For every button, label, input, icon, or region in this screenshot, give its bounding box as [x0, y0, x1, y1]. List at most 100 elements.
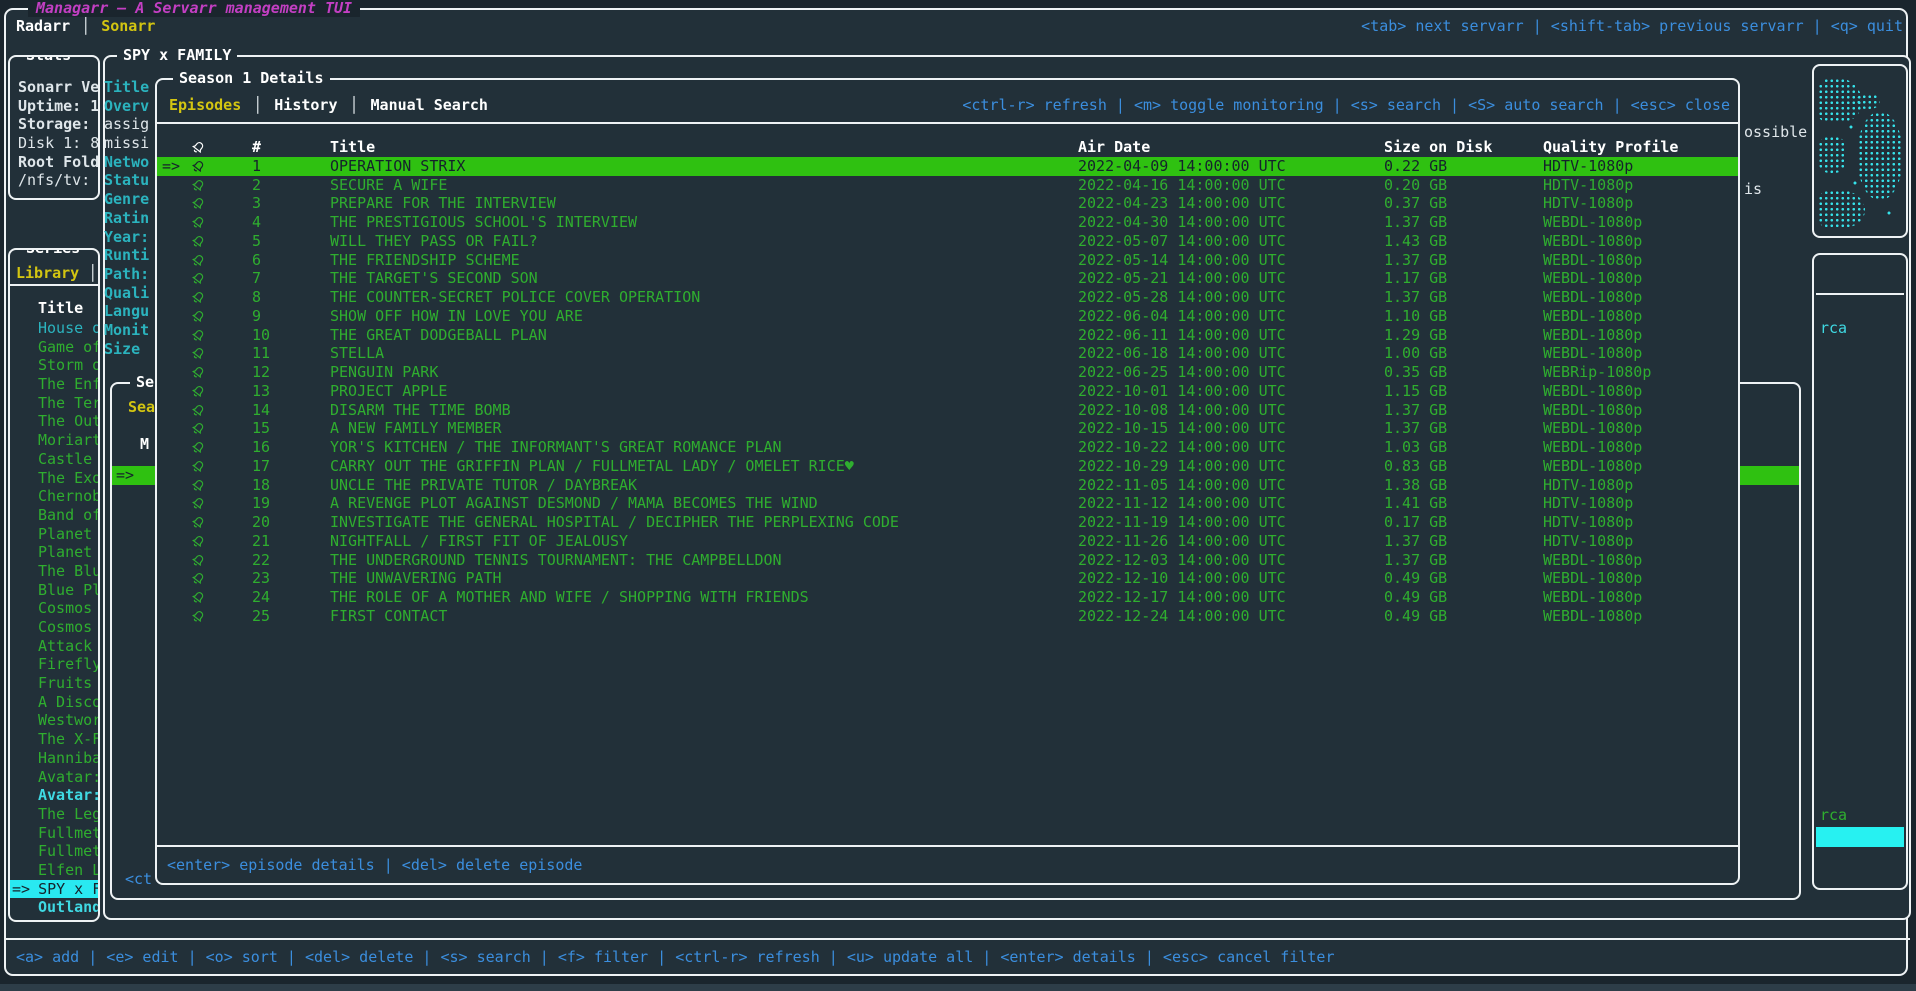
episode-row[interactable]: 12PENGUIN PARK2022-06-25 14:00:00 UTC0.3… — [157, 363, 1738, 382]
episode-row[interactable]: 23THE UNWAVERING PATH2022-12-10 14:00:00… — [157, 569, 1738, 588]
series-list-item[interactable]: The Ter — [10, 394, 98, 413]
tab-radarr[interactable]: Radarr — [16, 17, 70, 36]
series-list-item[interactable]: Avatar: — [10, 768, 98, 787]
selection-marker — [157, 532, 189, 551]
series-list-item[interactable]: Fullmet — [10, 824, 98, 843]
episode-row[interactable]: 15A NEW FAMILY MEMBER2022-10-15 14:00:00… — [157, 419, 1738, 438]
series-list-item[interactable]: The Blu — [10, 562, 98, 581]
episode-number: 3 — [252, 194, 330, 213]
episode-row[interactable]: 21NIGHTFALL / FIRST FIT OF JEALOUSY2022-… — [157, 532, 1738, 551]
tab-library[interactable]: Library — [16, 264, 79, 282]
episode-row[interactable]: 10THE GREAT DODGEBALL PLAN2022-06-11 14:… — [157, 326, 1738, 345]
series-list-item[interactable]: Avatar: — [10, 786, 98, 805]
episode-size-on-disk: 0.49 GB — [1384, 607, 1543, 626]
episode-quality-profile: WEBDL-1080p — [1543, 269, 1738, 288]
episode-quality-profile: WEBDL-1080p — [1543, 457, 1738, 476]
episode-title: THE COUNTER-SECRET POLICE COVER OPERATIO… — [330, 288, 1078, 307]
episode-row[interactable]: 9SHOW OFF HOW IN LOVE YOU ARE2022-06-04 … — [157, 307, 1738, 326]
episode-row[interactable]: 22THE UNDERGROUND TENNIS TOURNAMENT: THE… — [157, 551, 1738, 570]
episode-title: PROJECT APPLE — [330, 382, 1078, 401]
episode-number: 23 — [252, 569, 330, 588]
series-list-item[interactable]: Fullmet — [10, 842, 98, 861]
episodes-table-header: # Title Air Date Size on Disk Quality Pr… — [157, 138, 1738, 157]
series-list-item[interactable]: Chernob — [10, 487, 98, 506]
series-list-item[interactable]: Castle — [10, 450, 98, 469]
episodes-table-body: =>1OPERATION STRIX2022-04-09 14:00:00 UT… — [157, 157, 1738, 626]
series-list-item[interactable]: Storm o — [10, 356, 98, 375]
selection-marker — [157, 607, 189, 626]
series-detail-label: Netwo — [104, 153, 156, 172]
episode-row[interactable]: 20INVESTIGATE THE GENERAL HOSPITAL / DEC… — [157, 513, 1738, 532]
episode-size-on-disk: 1.29 GB — [1384, 326, 1543, 345]
series-list-item[interactable]: Blue Pl — [10, 581, 98, 600]
series-list-item[interactable]: Attack — [10, 637, 98, 656]
episode-row[interactable]: 19A REVENGE PLOT AGAINST DESMOND / MAMA … — [157, 494, 1738, 513]
selection-marker — [157, 176, 189, 195]
series-detail-label: Langu — [104, 302, 156, 321]
series-detail-label: Quali — [104, 284, 156, 303]
series-list-item[interactable]: A Disco — [10, 693, 98, 712]
selection-marker — [157, 569, 189, 588]
episode-number: 13 — [252, 382, 330, 401]
tab-manual-search[interactable]: Manual Search — [371, 96, 488, 115]
series-list-item[interactable]: The X-F — [10, 730, 98, 749]
series-detail-label: Genre — [104, 190, 156, 209]
episode-number: 7 — [252, 269, 330, 288]
episode-row[interactable]: 6THE FRIENDSHIP SCHEME2022-05-14 14:00:0… — [157, 251, 1738, 270]
series-list-item[interactable]: Firefly — [10, 655, 98, 674]
tab-history[interactable]: History — [274, 96, 337, 115]
episode-number: 6 — [252, 251, 330, 270]
series-list-item[interactable]: Fruits — [10, 674, 98, 693]
series-list-item[interactable]: Planet — [10, 543, 98, 562]
episode-size-on-disk: 1.10 GB — [1384, 307, 1543, 326]
series-list-item[interactable]: House o — [10, 319, 98, 338]
episode-size-on-disk: 1.37 GB — [1384, 551, 1543, 570]
episode-row[interactable]: 4THE PRESTIGIOUS SCHOOL'S INTERVIEW2022-… — [157, 213, 1738, 232]
monitor-bell-icon — [189, 363, 252, 382]
episode-title: THE GREAT DODGEBALL PLAN — [330, 326, 1078, 345]
episode-row[interactable]: 16YOR'S KITCHEN / THE INFORMANT'S GREAT … — [157, 438, 1738, 457]
series-list-item[interactable]: Cosmos — [10, 618, 98, 637]
monitor-bell-icon — [189, 307, 252, 326]
episode-row[interactable]: 3PREPARE FOR THE INTERVIEW2022-04-23 14:… — [157, 194, 1738, 213]
series-list-item[interactable]: Moriart — [10, 431, 98, 450]
episode-title: A REVENGE PLOT AGAINST DESMOND / MAMA BE… — [330, 494, 1078, 513]
episode-row[interactable]: 7THE TARGET'S SECOND SON2022-05-21 14:00… — [157, 269, 1738, 288]
episode-row[interactable]: 8THE COUNTER-SECRET POLICE COVER OPERATI… — [157, 288, 1738, 307]
monitor-bell-icon — [189, 607, 252, 626]
episode-row[interactable]: 14DISARM THE TIME BOMB2022-10-08 14:00:0… — [157, 401, 1738, 420]
series-list-item[interactable]: Cosmos — [10, 599, 98, 618]
stat-line: Storage: — [18, 115, 96, 134]
episode-row[interactable]: 13PROJECT APPLE2022-10-01 14:00:00 UTC1.… — [157, 382, 1738, 401]
selection-marker: => — [12, 880, 30, 898]
tab-sonarr[interactable]: Sonarr — [101, 17, 155, 36]
series-list-item[interactable]: The Out — [10, 412, 98, 431]
episode-row[interactable]: 25FIRST CONTACT2022-12-24 14:00:00 UTC0.… — [157, 607, 1738, 626]
episode-air-date: 2022-05-28 14:00:00 UTC — [1078, 288, 1384, 307]
seasons-tab-fragment[interactable]: Sea — [128, 398, 155, 417]
episode-row[interactable]: 11STELLA2022-06-18 14:00:00 UTC1.00 GBWE… — [157, 344, 1738, 363]
episode-row[interactable]: 24THE ROLE OF A MOTHER AND WIFE / SHOPPI… — [157, 588, 1738, 607]
episode-row[interactable]: =>1OPERATION STRIX2022-04-09 14:00:00 UT… — [157, 157, 1738, 176]
episode-row[interactable]: 17CARRY OUT THE GRIFFIN PLAN / FULLMETAL… — [157, 457, 1738, 476]
series-list-item[interactable]: Outland — [10, 898, 98, 917]
episode-quality-profile: WEBDL-1080p — [1543, 251, 1738, 270]
series-list-item[interactable]: Game of — [10, 338, 98, 357]
series-list-item[interactable]: The Enf — [10, 375, 98, 394]
episode-row[interactable]: 18UNCLE THE PRIVATE TUTOR / DAYBREAK2022… — [157, 476, 1738, 495]
series-list-item[interactable]: Elfen L — [10, 861, 98, 880]
tab-episodes[interactable]: Episodes — [169, 96, 241, 115]
series-list-item[interactable]: Hanniba — [10, 749, 98, 768]
episode-air-date: 2022-12-17 14:00:00 UTC — [1078, 588, 1384, 607]
series-list-item[interactable]: Westwor — [10, 711, 98, 730]
selection-marker — [157, 251, 189, 270]
episode-size-on-disk: 1.43 GB — [1384, 232, 1543, 251]
series-list-item[interactable]: The Exo — [10, 469, 98, 488]
series-list-item[interactable]: The Leg — [10, 805, 98, 824]
episode-row[interactable]: 2SECURE A WIFE2022-04-16 14:00:00 UTC0.2… — [157, 176, 1738, 195]
series-list-item[interactable]: =>SPY x F — [10, 880, 98, 899]
series-list-item[interactable]: Band of — [10, 506, 98, 525]
popup-title: Season 1 Details — [173, 70, 330, 87]
episode-row[interactable]: 5WILL THEY PASS OR FAIL?2022-05-07 14:00… — [157, 232, 1738, 251]
series-list-item[interactable]: Planet — [10, 525, 98, 544]
